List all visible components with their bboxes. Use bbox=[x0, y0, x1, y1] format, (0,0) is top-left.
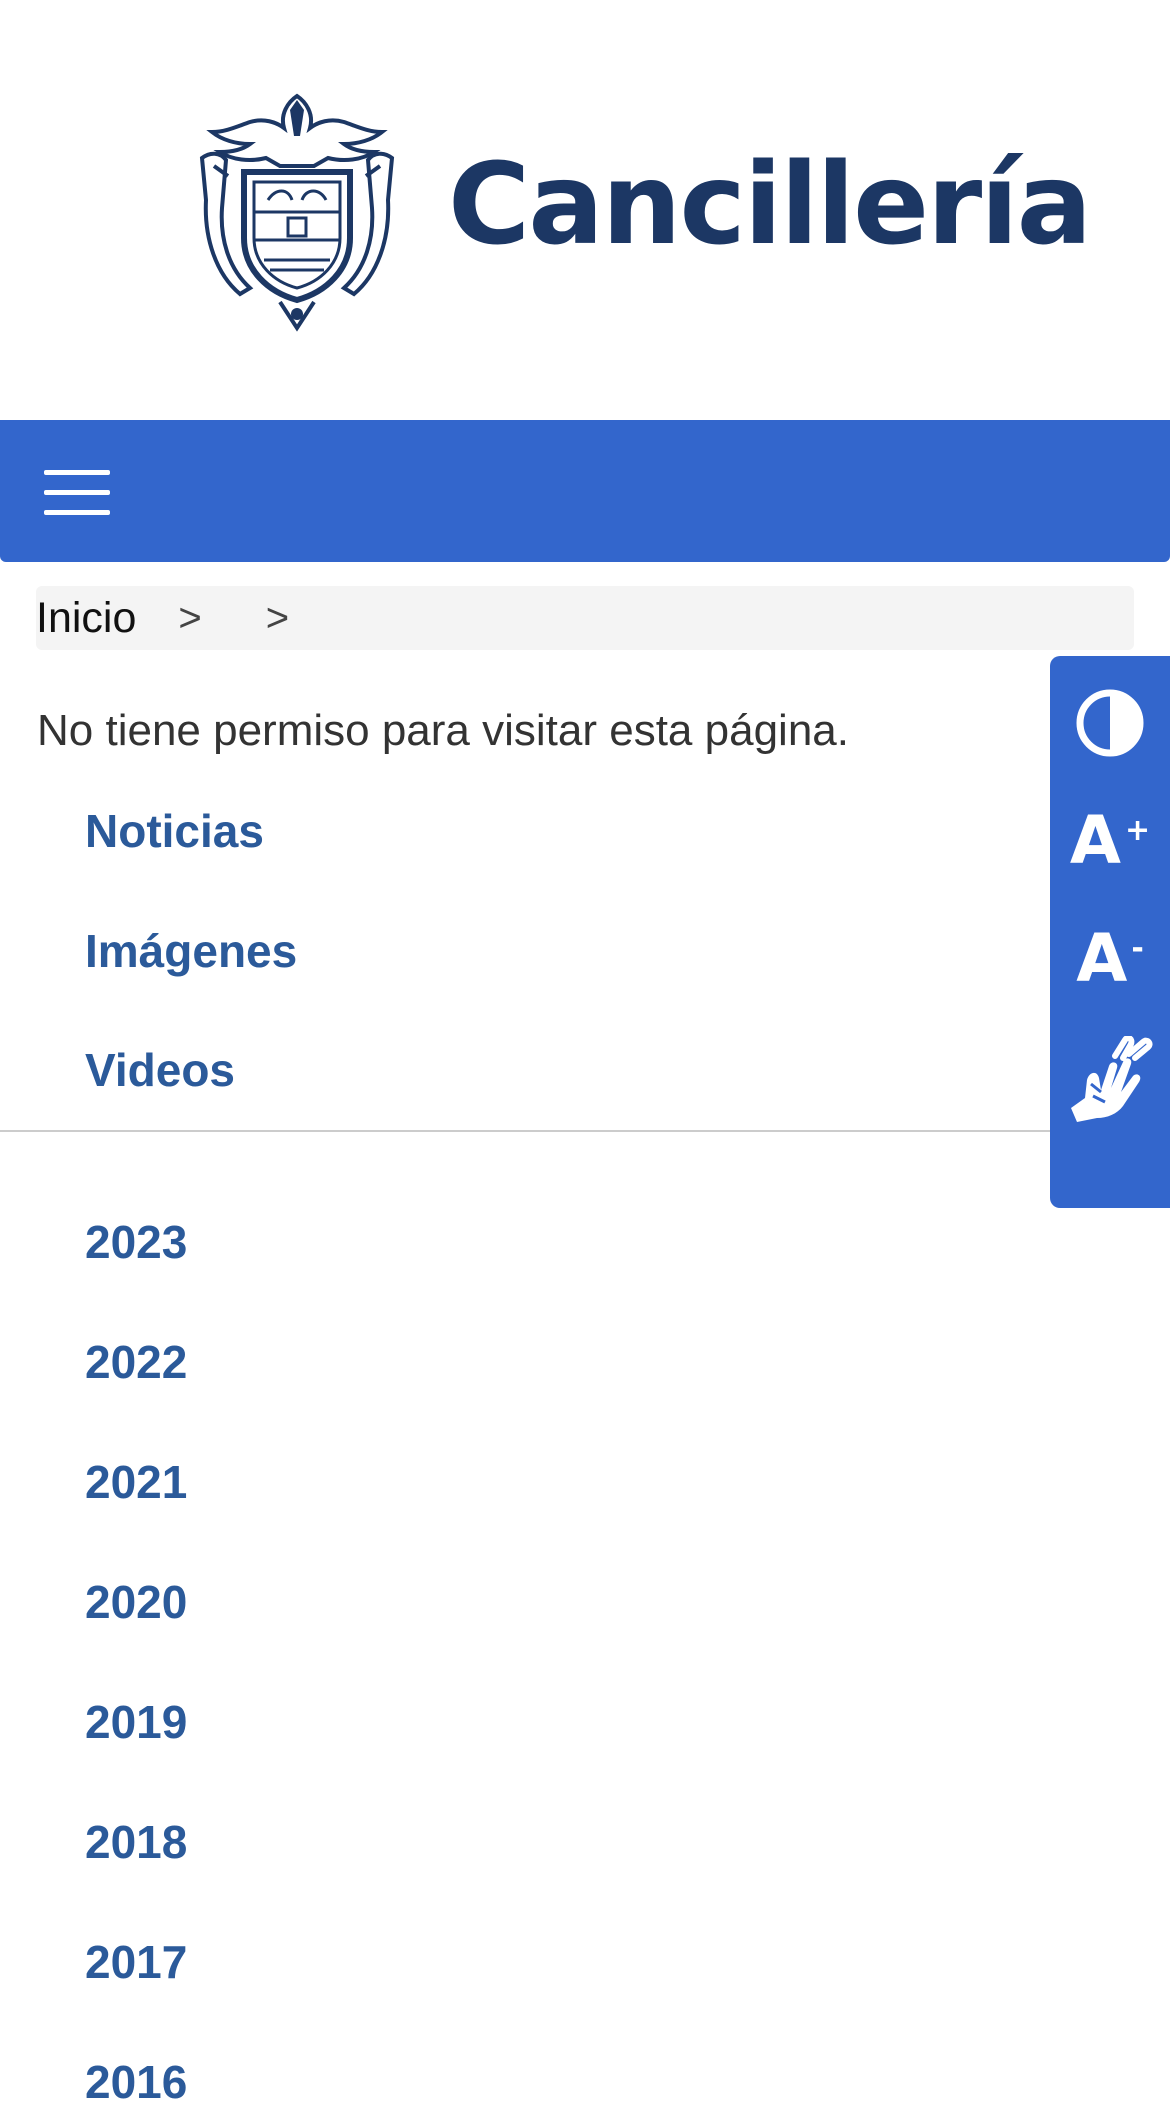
link-videos[interactable]: Videos bbox=[85, 1043, 235, 1097]
decrease-font-symbol: - bbox=[1131, 931, 1144, 966]
decrease-font-button[interactable]: A- bbox=[1050, 904, 1170, 1014]
year-link-2017[interactable]: 2017 bbox=[85, 1935, 187, 1989]
increase-font-icon: A + bbox=[1070, 808, 1150, 874]
year-link-2018[interactable]: 2018 bbox=[85, 1815, 187, 1869]
decrease-font-label: A bbox=[1076, 920, 1128, 997]
breadcrumb-home-link[interactable]: Inicio bbox=[36, 594, 136, 643]
page: Cancillería Inicio > > No tiene permiso … bbox=[0, 0, 1170, 2118]
hamburger-menu-icon[interactable] bbox=[44, 470, 110, 516]
main-navbar bbox=[0, 420, 1170, 562]
increase-font-symbol: + bbox=[1124, 813, 1151, 848]
year-link-2021[interactable]: 2021 bbox=[85, 1455, 187, 1509]
breadcrumb-separator: > bbox=[178, 595, 202, 640]
coat-of-arms-icon bbox=[199, 93, 395, 332]
year-link-2019[interactable]: 2019 bbox=[85, 1695, 187, 1749]
decrease-font-icon: A- bbox=[1076, 926, 1144, 992]
increase-font-button[interactable]: A + bbox=[1050, 786, 1170, 896]
site-header: Cancillería bbox=[0, 0, 1170, 420]
contrast-button[interactable] bbox=[1050, 668, 1170, 778]
accessibility-toolbar: A + A- bbox=[1050, 656, 1170, 1208]
sign-language-icon bbox=[1071, 1036, 1153, 1122]
logo-text: Cancillería bbox=[448, 139, 1092, 270]
link-noticias[interactable]: Noticias bbox=[85, 804, 264, 858]
link-imagenes[interactable]: Imágenes bbox=[85, 924, 297, 978]
year-link-2023[interactable]: 2023 bbox=[85, 1215, 187, 1269]
divider bbox=[0, 1130, 1170, 1132]
year-link-2020[interactable]: 2020 bbox=[85, 1575, 187, 1629]
permission-message: No tiene permiso para visitar esta págin… bbox=[37, 706, 849, 755]
year-link-2016[interactable]: 2016 bbox=[85, 2055, 187, 2109]
breadcrumb-separator: > bbox=[265, 595, 290, 640]
year-link-2022[interactable]: 2022 bbox=[85, 1335, 187, 1389]
sign-language-button[interactable] bbox=[1050, 1026, 1170, 1136]
increase-font-label: A bbox=[1069, 802, 1121, 879]
cancilleria-logo[interactable]: Cancillería bbox=[180, 88, 1092, 333]
contrast-icon bbox=[1076, 689, 1144, 757]
breadcrumb: Inicio > > bbox=[36, 586, 1134, 650]
